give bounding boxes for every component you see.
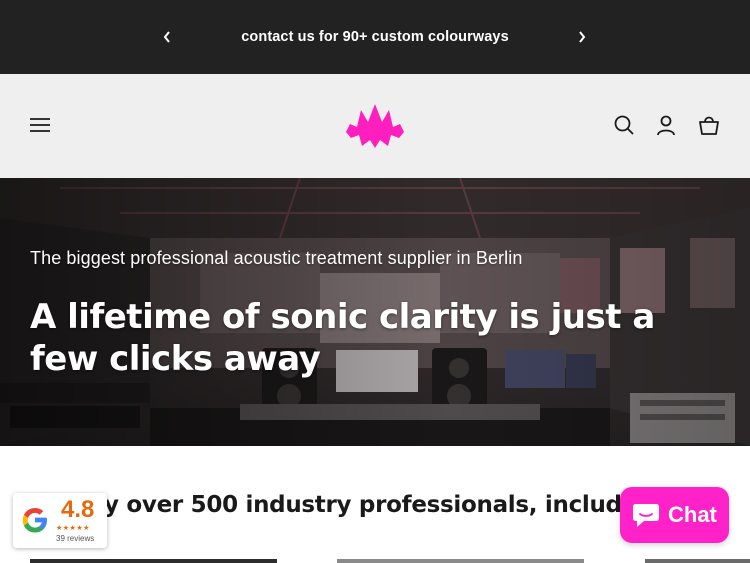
search-icon[interactable] — [613, 114, 635, 136]
hamburger-menu-icon[interactable] — [29, 114, 51, 136]
review-count: 39 reviews — [56, 534, 95, 543]
announcement-bar: contact us for 90+ custom colourways — [0, 0, 750, 74]
chat-button[interactable]: Chat — [620, 487, 729, 543]
announcement-message[interactable]: contact us for 90+ custom colourways — [0, 29, 750, 45]
hero-banner: The biggest professional acoustic treatm… — [0, 178, 750, 446]
chat-bubble-icon — [633, 504, 659, 527]
bat-logo-icon[interactable] — [344, 102, 406, 150]
google-review-badge[interactable]: 4.8 ★★★★★ 39 reviews — [13, 493, 107, 548]
account-icon[interactable] — [655, 114, 677, 136]
site-header — [0, 74, 750, 178]
chevron-right-icon — [579, 31, 586, 43]
chat-label: Chat — [668, 502, 717, 527]
logo-thumbnail — [30, 559, 277, 563]
hero-subtitle: The biggest professional acoustic treatm… — [30, 248, 523, 268]
announcement-next-button[interactable] — [571, 26, 593, 48]
trusted-heading: d by over 500 industry professionals, in… — [64, 492, 662, 518]
google-g-icon — [22, 508, 47, 533]
star-rating: ★★★★★ — [56, 525, 90, 532]
cart-icon[interactable] — [698, 114, 720, 136]
logo-thumbnail — [337, 559, 584, 563]
review-rating: 4.8 — [61, 496, 95, 523]
hero-title: A lifetime of sonic clarity is just a fe… — [30, 297, 655, 379]
logo-thumbnail — [645, 559, 750, 563]
